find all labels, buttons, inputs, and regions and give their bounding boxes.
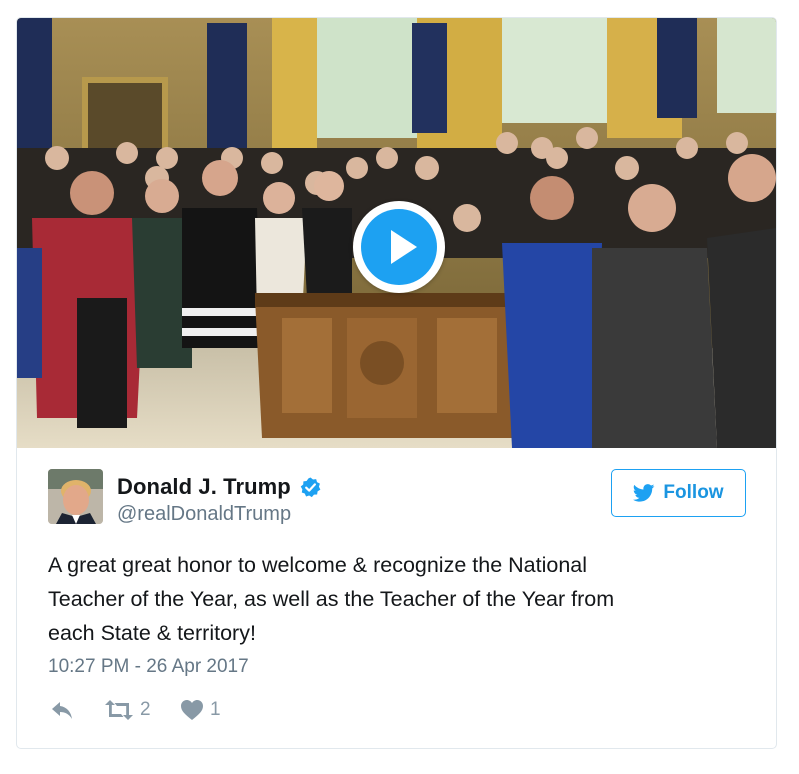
retweet-button[interactable]: 2 bbox=[104, 699, 151, 721]
heart-icon bbox=[181, 700, 203, 720]
video-thumbnail[interactable] bbox=[17, 18, 776, 448]
play-icon bbox=[391, 230, 417, 264]
avatar[interactable] bbox=[48, 469, 103, 524]
play-button-circle bbox=[361, 209, 437, 285]
retweet-icon bbox=[105, 700, 133, 720]
follow-button[interactable]: Follow bbox=[611, 469, 746, 517]
reply-button[interactable] bbox=[50, 699, 74, 721]
tweet-text: A great great honor to welcome & recogni… bbox=[48, 548, 748, 650]
twitter-bird-icon bbox=[633, 484, 655, 502]
tweet-text-line: each State & territory! bbox=[48, 621, 256, 645]
tweet-text-line: Teacher of the Year, as well as the Teac… bbox=[48, 587, 615, 611]
like-count: 1 bbox=[210, 699, 221, 720]
author-handle[interactable]: @realDonaldTrump bbox=[117, 503, 291, 526]
play-button[interactable] bbox=[353, 201, 445, 293]
verified-badge-icon bbox=[299, 476, 322, 499]
tweet-card: Donald J. Trump @realDonaldTrump Follow … bbox=[16, 17, 777, 749]
follow-button-label: Follow bbox=[663, 482, 724, 503]
tweet-text-line: A great great honor to welcome & recogni… bbox=[48, 553, 588, 577]
author-name-text[interactable]: Donald J. Trump bbox=[117, 474, 291, 500]
retweet-count: 2 bbox=[140, 699, 151, 720]
reply-icon bbox=[52, 702, 72, 719]
avatar-image bbox=[48, 469, 103, 524]
like-button[interactable]: 1 bbox=[180, 699, 221, 721]
author-name[interactable]: Donald J. Trump bbox=[117, 474, 322, 500]
tweet-timestamp[interactable]: 10:27 PM - 26 Apr 2017 bbox=[48, 656, 249, 678]
